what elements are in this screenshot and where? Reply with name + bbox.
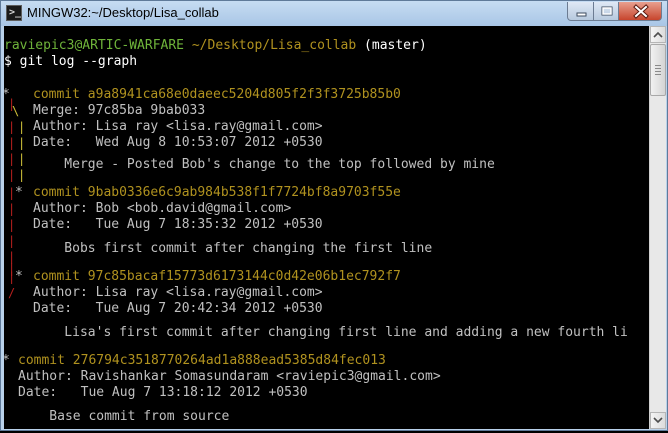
- graph-edge: |: [8, 152, 16, 166]
- graph-node: *: [15, 269, 23, 284]
- terminal-icon[interactable]: >_: [6, 5, 22, 21]
- commit-message-line: Lisa's first commit after changing first…: [33, 325, 628, 340]
- commit-author-line: Author: Lisa ray <lisa.ray@gmail.com>: [33, 285, 323, 300]
- graph-edge: |: [18, 136, 26, 150]
- graph-edge: |: [8, 136, 16, 150]
- scroll-down-button[interactable]: [650, 412, 666, 429]
- commit-hash-line: commit 9bab0336e6c9ab984b538f1f7724bf8a9…: [33, 185, 401, 200]
- minimize-icon: [576, 12, 587, 17]
- graph-edge: |: [8, 168, 16, 182]
- window-title: MINGW32:~/Desktop/Lisa_collab: [27, 5, 219, 20]
- vertical-scrollbar[interactable]: [649, 26, 666, 429]
- prompt-user-host: raviepic3@ARTIC-WARFARE: [4, 38, 185, 53]
- close-button[interactable]: [618, 2, 662, 21]
- commit-message-line: Merge - Posted Bob's change to the top f…: [33, 157, 495, 172]
- commit-author-line: Author: Ravishankar Somasundaram <raviep…: [18, 369, 441, 384]
- graph-edge: |: [18, 120, 26, 134]
- prompt-path: ~/Desktop/Lisa_collab: [191, 38, 357, 53]
- prompt-branch: (master): [364, 38, 427, 53]
- scroll-down-icon: [653, 417, 663, 424]
- commit-hash-line: commit a9a8941ca68e0daeec5204d805f2f3f37…: [33, 87, 401, 102]
- commit-date-line: Date: Tue Aug 7 13:18:12 2012 +0530: [18, 385, 308, 400]
- maximize-icon: [601, 6, 613, 16]
- maximize-button[interactable]: [593, 2, 619, 21]
- prompt-line: raviepic3@ARTIC-WARFARE ~/Desktop/Lisa_c…: [4, 38, 427, 54]
- terminal-output[interactable]: raviepic3@ARTIC-WARFARE ~/Desktop/Lisa_c…: [4, 26, 649, 429]
- commit-message-line: Bobs first commit after changing the fir…: [33, 241, 433, 256]
- graph-edge: |: [8, 234, 16, 248]
- close-icon: [633, 4, 649, 19]
- title-bar[interactable]: >_ MINGW32:~/Desktop/Lisa_collab: [1, 1, 667, 26]
- graph-edge: |: [8, 202, 16, 216]
- scroll-thumb[interactable]: [650, 44, 666, 96]
- terminal-window: >_ MINGW32:~/Desktop/Lisa_collab raviepi…: [0, 0, 668, 431]
- minimize-button[interactable]: [567, 2, 594, 21]
- command-line: $ git log --graph: [4, 54, 138, 69]
- graph-edge: |: [8, 120, 16, 134]
- commit-hash-line: commit 276794c3518770264ad1a888ead5385d8…: [18, 353, 386, 368]
- graph-edge: /: [8, 286, 16, 300]
- graph-edge: \: [12, 104, 20, 118]
- graph-edge: |: [8, 218, 16, 232]
- commit-date-line: Date: Tue Aug 7 20:42:34 2012 +0530: [33, 301, 323, 316]
- scroll-up-button[interactable]: [650, 26, 666, 43]
- graph-node: *: [4, 353, 10, 369]
- commit-author-line: Author: Bob <bob.david@gmail.com>: [33, 201, 292, 216]
- graph-edge: |: [18, 168, 26, 182]
- scroll-up-icon: [653, 31, 663, 38]
- commit-hash-line: commit 97c85bacaf15773d6173144c0d42e06b1…: [33, 269, 401, 284]
- commit-merge-line: Merge: 97c85ba 9bab033: [33, 103, 206, 118]
- graph-node: *: [15, 185, 23, 200]
- commit-author-line: Author: Lisa ray <lisa.ray@gmail.com>: [33, 119, 323, 134]
- commit-date-line: Date: Tue Aug 7 18:35:32 2012 +0530: [33, 217, 323, 232]
- graph-edge: |: [18, 152, 26, 166]
- commit-date-line: Date: Wed Aug 8 10:53:07 2012 +0530: [33, 135, 323, 150]
- commit-message-line: Base commit from source: [18, 409, 230, 424]
